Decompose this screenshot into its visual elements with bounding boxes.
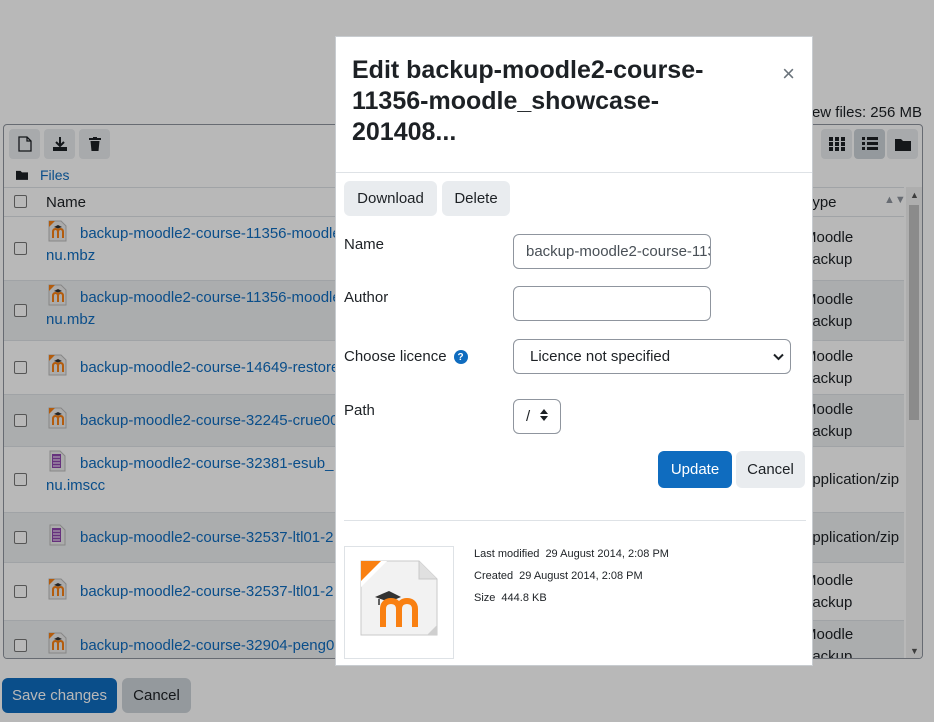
dialog-title: Edit backup-moodle2-course-11356-moodle_…	[352, 56, 704, 146]
name-label: Name	[344, 236, 385, 253]
author-label: Author	[344, 289, 389, 306]
licence-select[interactable]: Licence not specified	[513, 339, 791, 374]
name-field-value: backup-moodle2-course-11356-moodle_showc…	[526, 243, 710, 260]
edit-file-dialog: Edit backup-moodle2-course-11356-moodle_…	[335, 36, 813, 666]
delete-button[interactable]: Delete	[442, 181, 510, 216]
path-select[interactable]: /	[513, 399, 561, 434]
licence-label-text: Choose licence	[344, 348, 447, 365]
close-icon[interactable]: ×	[782, 63, 795, 85]
cancel-button[interactable]: Cancel	[736, 451, 805, 488]
divider	[336, 172, 812, 173]
last-modified-label: Last modified	[474, 548, 540, 560]
file-preview	[344, 546, 454, 659]
last-modified-value: 29 August 2014, 2:08 PM	[545, 548, 669, 560]
moodle-backup-icon	[360, 560, 438, 636]
size-value: 444.8 KB	[501, 592, 547, 604]
help-icon[interactable]: ?	[453, 350, 468, 365]
created-label: Created	[474, 570, 514, 582]
divider	[344, 520, 806, 521]
path-select-value: /	[526, 408, 531, 425]
author-field[interactable]	[513, 286, 711, 321]
created-info: Created 29 August 2014, 2:08 PM	[474, 570, 643, 582]
licence-label: Choose licence?	[344, 348, 468, 365]
last-modified-info: Last modified 29 August 2014, 2:08 PM	[474, 548, 669, 560]
licence-select-value: Licence not specified	[530, 348, 671, 365]
sort-arrows-icon	[540, 409, 548, 424]
created-value: 29 August 2014, 2:08 PM	[519, 570, 643, 582]
path-label: Path	[344, 402, 375, 419]
download-button[interactable]: Download	[344, 181, 437, 216]
name-field[interactable]: backup-moodle2-course-11356-moodle_showc…	[513, 234, 711, 269]
size-label: Size	[474, 592, 496, 604]
update-button[interactable]: Update	[658, 451, 732, 488]
size-info: Size 444.8 KB	[474, 592, 547, 604]
chevron-down-icon	[773, 350, 784, 364]
